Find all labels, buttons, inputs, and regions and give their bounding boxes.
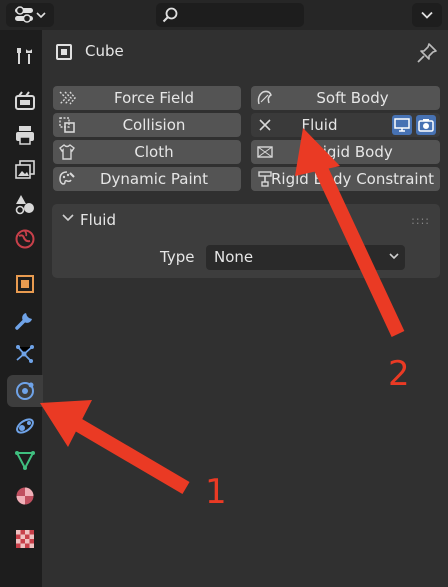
rigid-body-constraint-button[interactable]: Rigid Body Constraint	[251, 167, 440, 191]
tab-tool[interactable]	[7, 40, 43, 72]
soft-body-icon	[255, 88, 275, 108]
fluid-panel: Fluid :::: Type None	[52, 204, 440, 278]
editor-type-dropdown[interactable]	[6, 3, 54, 27]
tab-constraints[interactable]	[7, 410, 43, 442]
mesh-data-icon	[15, 451, 35, 471]
object-header: Cube	[52, 38, 442, 68]
top-bar	[0, 0, 448, 30]
tab-output[interactable]	[7, 119, 43, 151]
wrench-icon	[15, 313, 32, 330]
tab-render[interactable]	[7, 85, 43, 117]
dynamic-paint-icon	[57, 169, 77, 189]
tab-modifiers[interactable]	[7, 304, 43, 336]
constraints-icon	[16, 418, 34, 434]
object-icon	[16, 275, 34, 293]
material-icon	[16, 487, 34, 505]
chevron-down-icon	[389, 253, 399, 260]
properties-tab-bar	[0, 30, 43, 587]
texture-icon	[16, 530, 34, 548]
rigid-body-icon	[255, 142, 275, 162]
chevron-down-icon[interactable]	[62, 213, 74, 223]
soft-body-button[interactable]: Soft Body	[251, 86, 440, 110]
dynamic-paint-button[interactable]: Dynamic Paint	[53, 167, 241, 191]
search-input[interactable]	[156, 3, 304, 27]
search-icon	[162, 7, 178, 23]
cloth-icon	[57, 142, 77, 162]
collision-button[interactable]: Collision	[53, 113, 241, 137]
drag-handle-icon[interactable]: ::::	[411, 214, 430, 227]
world-icon	[15, 229, 35, 249]
tab-view-layer[interactable]	[7, 154, 43, 186]
rigid-body-constraint-icon	[255, 169, 275, 189]
panel-title[interactable]: Fluid	[80, 211, 116, 229]
render-icon	[15, 91, 35, 110]
tab-object[interactable]	[7, 268, 43, 300]
monitor-icon	[394, 118, 410, 132]
tool-icon	[17, 48, 32, 64]
collision-icon	[57, 115, 77, 135]
tab-material[interactable]	[7, 480, 43, 512]
properties-editor-icon	[15, 6, 33, 23]
chevron-down-icon	[36, 12, 46, 19]
type-value: None	[214, 248, 254, 266]
view-layer-icon	[15, 160, 35, 179]
show-render-toggle[interactable]	[416, 115, 436, 135]
type-label: Type	[160, 248, 195, 266]
physics-icon	[16, 382, 34, 400]
camera-icon	[418, 119, 434, 132]
tab-texture[interactable]	[7, 523, 43, 555]
output-icon	[16, 126, 34, 145]
rigid-body-button[interactable]: Rigid Body	[251, 140, 440, 164]
cloth-button[interactable]: Cloth	[53, 140, 241, 164]
tab-physics[interactable]	[7, 375, 43, 407]
pin-icon[interactable]	[416, 42, 438, 64]
annotation-arrow-1	[40, 400, 190, 495]
force-field-icon	[57, 88, 77, 108]
tab-data[interactable]	[7, 444, 43, 476]
tab-scene[interactable]	[7, 188, 43, 220]
object-name: Cube	[85, 42, 124, 60]
show-viewport-toggle[interactable]	[392, 115, 412, 135]
tab-world[interactable]	[7, 223, 43, 255]
scene-icon	[15, 195, 34, 215]
tab-particles[interactable]	[7, 338, 43, 370]
particles-icon	[16, 345, 34, 363]
object-data-icon	[56, 44, 72, 60]
remove-x-icon[interactable]	[255, 115, 275, 135]
type-dropdown[interactable]: None	[206, 245, 405, 270]
fluid-button[interactable]: Fluid	[251, 113, 440, 137]
options-button[interactable]	[412, 3, 442, 27]
annotation-number-2: 2	[388, 354, 410, 394]
force-field-button[interactable]: Force Field	[53, 86, 241, 110]
chevron-down-icon	[421, 11, 433, 19]
annotation-number-1: 1	[205, 472, 227, 512]
